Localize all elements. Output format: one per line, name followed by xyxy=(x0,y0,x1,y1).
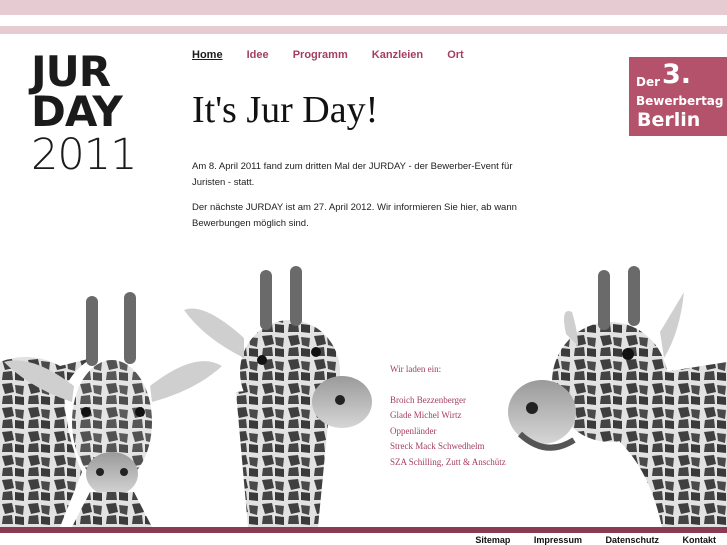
main-nav: Home Idee Programm Kanzleien Ort xyxy=(192,49,485,61)
badge-der: Der xyxy=(636,75,661,89)
intro-text: Am 8. April 2011 fand zum dritten Mal de… xyxy=(192,159,532,241)
footer-nav: Sitemap Impressum Datenschutz Kontakt xyxy=(454,535,716,545)
giraffe-right xyxy=(508,266,727,527)
giraffe-left xyxy=(0,292,222,527)
invite-list: Wir laden ein: Broich Bezzenberger Glade… xyxy=(390,362,506,470)
badge-city: Berlin xyxy=(637,109,701,131)
page-title: It's Jur Day! xyxy=(192,89,379,131)
top-stripe xyxy=(0,0,727,15)
intro-paragraph-2: Der nächste JURDAY ist am 27. April 2012… xyxy=(192,202,517,229)
firm-item[interactable]: Glade Michel Wirtz xyxy=(390,408,506,424)
nav-idee[interactable]: Idee xyxy=(247,49,269,61)
giraffes-image xyxy=(0,266,727,527)
nav-home[interactable]: Home xyxy=(192,49,223,61)
badge-number: 3. xyxy=(662,59,692,90)
footer-impressum[interactable]: Impressum xyxy=(534,535,582,545)
firm-item[interactable]: SZA Schilling, Zutt & Anschütz xyxy=(390,455,506,471)
firm-item[interactable]: Broich Bezzenberger xyxy=(390,393,506,409)
footer-kontakt[interactable]: Kontakt xyxy=(683,535,717,545)
firm-item[interactable]: Oppenländer xyxy=(390,424,506,440)
logo-line-1: JUR xyxy=(31,47,111,96)
footer-bar xyxy=(0,527,727,533)
event-badge: Der 3. Bewerbertag Berlin xyxy=(629,57,727,136)
footer-sitemap[interactable]: Sitemap xyxy=(475,535,510,545)
footer-datenschutz[interactable]: Datenschutz xyxy=(605,535,659,545)
invite-heading: Wir laden ein: xyxy=(390,364,442,374)
badge-bewerbertag: Bewerbertag xyxy=(636,94,724,108)
firm-item[interactable]: Streck Mack Schwedhelm xyxy=(390,439,506,455)
nav-programm[interactable]: Programm xyxy=(293,49,348,61)
nav-ort[interactable]: Ort xyxy=(447,49,464,61)
nav-kanzleien[interactable]: Kanzleien xyxy=(372,49,423,61)
jurday-logo[interactable]: JUR DAY 2011 xyxy=(31,47,137,180)
logo-year: 2011 xyxy=(31,130,137,180)
logo-line-2: DAY xyxy=(31,87,123,136)
giraffe-middle xyxy=(184,266,372,527)
top-stripe-thin xyxy=(0,26,727,34)
intro-paragraph-1: Am 8. April 2011 fand zum dritten Mal de… xyxy=(192,161,513,188)
